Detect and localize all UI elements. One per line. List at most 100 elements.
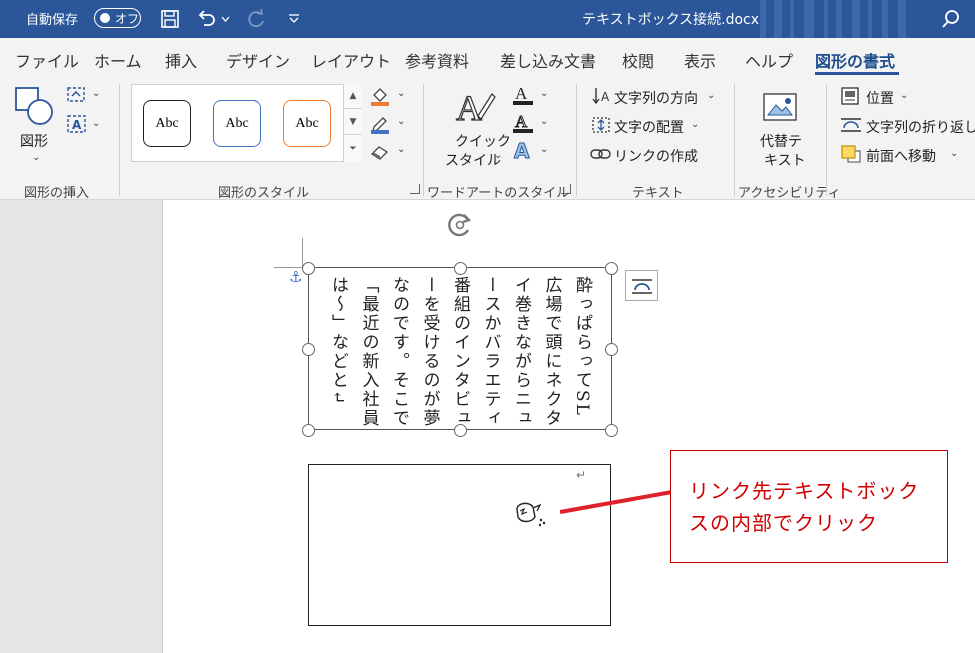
- shapes-button[interactable]: [14, 86, 54, 126]
- align-text-dropdown-icon[interactable]: ⌄: [691, 119, 699, 130]
- textbox-line: 広場で頭にネクタ: [541, 276, 562, 428]
- save-icon[interactable]: [157, 6, 183, 32]
- resize-handle-bottom[interactable]: [454, 424, 467, 437]
- link-pitcher-cursor-icon: [516, 502, 546, 527]
- textbox-line: 番組のインタビュ: [450, 276, 470, 428]
- redo-icon[interactable]: [243, 6, 269, 32]
- bring-forward-icon: [840, 144, 862, 168]
- textbox-line: なのです。そこで: [389, 276, 409, 428]
- textbox-dropdown-icon[interactable]: ⌄: [92, 118, 100, 129]
- group-label-shape-styles: 図形のスタイル: [218, 186, 310, 201]
- shapes-dropdown-icon[interactable]: ⌄: [32, 152, 40, 163]
- svg-text:A: A: [72, 118, 82, 132]
- resize-handle-bottom-right[interactable]: [605, 424, 618, 437]
- gallery-down-icon[interactable]: ▼: [344, 110, 362, 135]
- text-outline-dropdown-icon[interactable]: ⌄: [540, 116, 548, 127]
- svg-text:A: A: [514, 140, 530, 162]
- ribbon: 図形 ⌄ ⌄ A ⌄ 図形の挿入 Abc Abc Abc ▲ ▼ ⏷ ⌄ ⌄ ⌄…: [0, 76, 975, 201]
- shape-fill-dropdown-icon[interactable]: ⌄: [397, 88, 405, 99]
- tab-shape-format[interactable]: 図形の書式: [815, 48, 895, 72]
- align-text-icon: [591, 115, 611, 139]
- position-button[interactable]: 位置: [866, 88, 894, 108]
- style-blue-outline[interactable]: Abc: [213, 100, 261, 147]
- svg-text:A: A: [515, 112, 528, 131]
- shape-effects-icon: [370, 146, 389, 160]
- text-fill-button[interactable]: A: [512, 84, 534, 110]
- tab-review[interactable]: 校閲: [622, 48, 654, 72]
- gallery-scroll: ▲ ▼ ⏷: [343, 84, 362, 162]
- bring-forward-button[interactable]: 前面へ移動: [866, 146, 936, 166]
- shape-fill-button[interactable]: [370, 86, 390, 110]
- paint-bucket-icon: [371, 88, 389, 106]
- undo-dropdown-icon[interactable]: [218, 6, 232, 32]
- quick-styles-dropdown-icon[interactable]: ⌄: [494, 150, 502, 161]
- tab-layout[interactable]: レイアウト: [311, 48, 391, 72]
- edit-shape-button[interactable]: [66, 86, 88, 108]
- rotate-handle-icon[interactable]: [446, 211, 474, 239]
- resize-handle-right[interactable]: [605, 343, 618, 356]
- draw-textbox-button[interactable]: A: [66, 114, 88, 138]
- toggle-knob: [100, 13, 110, 23]
- text-outline-button[interactable]: A: [512, 112, 534, 138]
- alt-text-icon: [763, 93, 797, 121]
- tab-help[interactable]: ヘルプ: [745, 48, 793, 72]
- search-icon[interactable]: [938, 6, 964, 32]
- autosave-toggle[interactable]: オフ: [94, 8, 141, 28]
- textbox-vertical-text: 酔っぱらってSL 広場で頭にネクタ イ巻きながらニュ ースかバラエティ 番組のインタビュ…: [327, 276, 597, 428]
- shape-outline-button[interactable]: [370, 114, 390, 138]
- tab-view[interactable]: 表示: [684, 48, 716, 72]
- wordart-launcher-icon[interactable]: [561, 184, 571, 194]
- position-dropdown-icon[interactable]: ⌄: [900, 90, 908, 101]
- title-bar: 自動保存 オフ テキストボックス接続.docx: [0, 0, 975, 38]
- textbox-line: 酔っぱらってSL: [572, 276, 592, 417]
- shape-styles-launcher-icon[interactable]: [410, 184, 420, 194]
- text-direction-dropdown-icon[interactable]: ⌄: [707, 90, 715, 101]
- tab-design[interactable]: デザイン: [226, 48, 290, 72]
- style-black-outline[interactable]: Abc: [143, 100, 191, 147]
- shape-outline-dropdown-icon[interactable]: ⌄: [397, 116, 405, 127]
- bring-forward-dropdown-icon[interactable]: ⌄: [950, 148, 958, 159]
- style-sample-text: Abc: [225, 115, 249, 131]
- gallery-up-icon[interactable]: ▲: [344, 84, 362, 109]
- layout-options-button[interactable]: [625, 270, 658, 301]
- style-orange-outline[interactable]: Abc: [283, 100, 331, 147]
- quick-styles-button[interactable]: A: [454, 86, 496, 130]
- wrap-text-button[interactable]: 文字列の折り返し: [866, 117, 975, 137]
- tab-home[interactable]: ホーム: [94, 48, 142, 72]
- text-effects-dropdown-icon[interactable]: ⌄: [540, 144, 548, 155]
- shape-effects-dropdown-icon[interactable]: ⌄: [397, 144, 405, 155]
- autosave-label: 自動保存: [26, 13, 79, 28]
- resize-handle-bottom-left[interactable]: [302, 424, 315, 437]
- text-direction-button[interactable]: 文字列の方向: [614, 88, 698, 108]
- edit-shape-dropdown-icon[interactable]: ⌄: [92, 88, 100, 99]
- undo-icon[interactable]: [194, 6, 220, 32]
- group-label-insert-shapes: 図形の挿入: [24, 186, 90, 201]
- shapes-label: 図形: [20, 134, 48, 150]
- tab-mailings[interactable]: 差し込み文書: [500, 48, 596, 72]
- resize-handle-top-right[interactable]: [605, 262, 618, 275]
- customize-toolbar-icon[interactable]: [281, 6, 307, 32]
- layout-options-icon: [631, 278, 652, 294]
- align-text-button[interactable]: 文字の配置: [614, 117, 684, 137]
- linked-textbox-source[interactable]: 酔っぱらってSL 広場で頭にネクタ イ巻きながらニュ ースかバラエティ 番組のインタビュ…: [308, 267, 612, 430]
- alt-text-label-1: 代替テ: [760, 134, 802, 150]
- document-title: テキストボックス接続.docx: [582, 12, 760, 28]
- tab-file[interactable]: ファイル: [15, 48, 79, 72]
- create-link-button[interactable]: リンクの作成: [614, 146, 698, 166]
- textbox-line: ーを受けるのが夢: [419, 276, 440, 428]
- svg-text:A: A: [456, 88, 482, 126]
- position-icon: [840, 86, 860, 110]
- callout-text: リンク先テキストボックスの内部でクリック: [689, 479, 920, 535]
- tab-references[interactable]: 参考資料: [405, 48, 469, 72]
- resize-handle-left[interactable]: [302, 343, 315, 356]
- wrap-text-icon: [840, 116, 862, 138]
- text-effects-button[interactable]: A: [512, 139, 534, 166]
- resize-handle-top-left[interactable]: [302, 262, 315, 275]
- autosave-state: オフ: [115, 12, 140, 26]
- tab-insert[interactable]: 挿入: [165, 48, 197, 72]
- alt-text-button[interactable]: [762, 90, 800, 128]
- text-fill-dropdown-icon[interactable]: ⌄: [540, 88, 548, 99]
- shape-effects-button[interactable]: [370, 144, 390, 164]
- gallery-more-icon[interactable]: ⏷: [344, 136, 362, 161]
- resize-handle-top[interactable]: [454, 262, 467, 275]
